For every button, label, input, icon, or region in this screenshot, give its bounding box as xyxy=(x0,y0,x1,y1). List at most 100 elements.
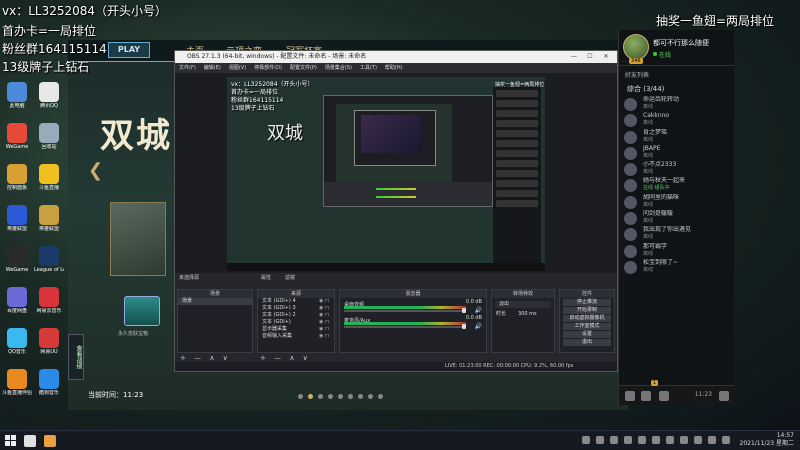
champion-card[interactable] xyxy=(110,202,166,276)
visibility-lock-icon[interactable]: ◉ ⊓ xyxy=(319,327,331,332)
properties-button[interactable]: 属性 xyxy=(261,273,271,283)
volume-slider[interactable] xyxy=(344,326,466,328)
desktop-icon[interactable]: WeGame xyxy=(2,123,32,161)
obs-menu-item[interactable]: 场景集合(S) xyxy=(325,63,352,73)
visibility-lock-icon[interactable]: ◉ ⊓ xyxy=(319,313,331,318)
desktop-icon[interactable]: League of Legends xyxy=(34,246,64,284)
tray-icon[interactable] xyxy=(722,436,730,444)
obs-taskbar-icon[interactable] xyxy=(24,435,36,447)
tray-icon[interactable] xyxy=(582,436,590,444)
obs-control-button[interactable]: 开始录制 xyxy=(563,307,611,314)
source-item[interactable]: 显示器采集 ◉ ⊓ xyxy=(258,326,334,333)
obs-menu-item[interactable]: 视图(V) xyxy=(229,63,246,73)
desktop-icon[interactable]: 英雄联盟 xyxy=(34,205,64,243)
friend-item[interactable]: 小不点2333 离线 xyxy=(619,161,734,177)
obs-control-button[interactable]: 启动虚拟摄像机 xyxy=(563,315,611,322)
friend-item[interactable]: 松宝到限了~ 离线 xyxy=(619,259,734,275)
game-taskbar-icon[interactable] xyxy=(44,435,56,447)
tray-icon[interactable] xyxy=(638,436,646,444)
tray-icon[interactable] xyxy=(624,436,632,444)
carousel-dot[interactable] xyxy=(318,394,323,399)
clock[interactable]: 14:57 2021/11/23 星期二 xyxy=(734,432,795,448)
mail-icon[interactable] xyxy=(641,391,651,401)
close-icon[interactable]: ✕ xyxy=(599,51,613,63)
obs-titlebar[interactable]: OBS 27.1.3 (64-bit, windows) - 配置文件: 未命名… xyxy=(175,51,617,63)
help-icon[interactable] xyxy=(719,391,729,401)
desktop-icon[interactable]: 斗鱼直播伴侣 xyxy=(2,369,32,407)
carousel-dot[interactable] xyxy=(358,394,363,399)
mission-icon[interactable] xyxy=(659,391,669,401)
tray-icon[interactable] xyxy=(652,436,660,444)
visibility-lock-icon[interactable]: ◉ ⊓ xyxy=(319,320,331,325)
transition-duration[interactable]: 时长 300 ms xyxy=(492,311,554,318)
chest-icon[interactable] xyxy=(124,296,160,326)
source-item[interactable]: 音频输入采集 ◉ ⊓ xyxy=(258,333,334,340)
chat-icon[interactable] xyxy=(625,391,635,401)
carousel-dot[interactable] xyxy=(368,394,373,399)
scenes-toolbar[interactable]: + — ∧ ∨ xyxy=(180,354,231,362)
desktop-icon[interactable]: 网易云音乐 xyxy=(34,287,64,325)
tray-icon[interactable] xyxy=(666,436,674,444)
friend-item[interactable]: Cakknno 离线 xyxy=(619,112,734,128)
friend-item[interactable]: 胡同里的猫咪 离线 xyxy=(619,194,734,210)
carousel-dot-active[interactable] xyxy=(308,394,313,399)
friend-item[interactable]: 我出现了你出遇见 离线 xyxy=(619,226,734,242)
visibility-lock-icon[interactable]: ◉ ⊓ xyxy=(319,334,331,339)
sources-toolbar[interactable]: + — ∧ ∨ xyxy=(260,354,311,362)
transition-duration-value[interactable]: 300 ms xyxy=(518,311,537,318)
friend-item[interactable]: 她与秋天一起来 在线 组队中 xyxy=(619,177,734,193)
source-item[interactable]: 文本 (GDI+) 2 ◉ ⊓ xyxy=(258,312,334,319)
desktop-icon[interactable]: 此电脑 xyxy=(2,82,32,120)
tray-icon[interactable] xyxy=(708,436,716,444)
friend-item[interactable]: JBAPE 离线 xyxy=(619,145,734,161)
carousel-dot[interactable] xyxy=(348,394,353,399)
speaker-icon[interactable]: 🔊 xyxy=(475,323,482,330)
carousel-dot[interactable] xyxy=(338,394,343,399)
volume-slider[interactable] xyxy=(344,310,466,312)
friend-item[interactable]: 命运齿轮转动 离线 xyxy=(619,96,734,112)
source-item[interactable]: 文本 (GDI+) 4 ◉ ⊓ xyxy=(258,298,334,305)
obs-menu-item[interactable]: 工具(T) xyxy=(360,63,377,73)
obs-menu-item[interactable]: 配置文件(P) xyxy=(290,63,317,73)
obs-preview[interactable]: vx：LL3252084（开头小号） 首办卡=一局排位 粉丝群164115114… xyxy=(227,77,545,271)
obs-menu-item[interactable]: 编辑(E) xyxy=(204,63,221,73)
obs-menu-item[interactable]: 文件(F) xyxy=(179,63,196,73)
obs-control-button[interactable]: 退出 xyxy=(563,339,611,346)
tray-icon[interactable] xyxy=(680,436,688,444)
filters-button[interactable]: 滤镜 xyxy=(285,273,295,283)
maximize-icon[interactable]: ☐ xyxy=(583,51,597,63)
friend-item[interactable]: 问剑是暖暖 离线 xyxy=(619,210,734,226)
scene-item[interactable]: 场景 xyxy=(178,298,252,305)
carousel-dot[interactable] xyxy=(378,394,383,399)
carousel-dot[interactable] xyxy=(298,394,303,399)
desktop-icon[interactable]: 网易UU xyxy=(34,328,64,366)
obs-menu-item[interactable]: 帮助(H) xyxy=(385,63,403,73)
side-tab[interactable]: 查看战绩 xyxy=(68,334,84,380)
play-button[interactable]: PLAY xyxy=(108,42,150,58)
obs-menu-item[interactable]: 停靠部件(D) xyxy=(254,63,282,73)
obs-control-button[interactable]: 设置 xyxy=(563,331,611,338)
carousel-prev-icon[interactable]: ❮ xyxy=(88,160,103,181)
desktop-icon[interactable]: QQ音乐 xyxy=(2,328,32,366)
minimize-icon[interactable]: — xyxy=(567,51,581,63)
carousel-dots[interactable] xyxy=(298,394,383,399)
desktop-icon[interactable]: 腾讯QQ xyxy=(34,82,64,120)
desktop-icon[interactable]: WeGame xyxy=(2,246,32,284)
obs-control-button[interactable]: 工作室模式 xyxy=(563,323,611,330)
visibility-lock-icon[interactable]: ◉ ⊓ xyxy=(319,306,331,311)
friends-section-header[interactable]: 综合 (3/44) xyxy=(619,82,734,96)
desktop-icon[interactable]: 百度网盘 xyxy=(2,287,32,325)
desktop-icon[interactable]: 英雄联盟 xyxy=(2,205,32,243)
desktop-icon[interactable]: 酷狗音乐 xyxy=(34,369,64,407)
friend-item[interactable]: 肯之梦瑶 离线 xyxy=(619,129,734,145)
volume-slider-handle[interactable] xyxy=(462,324,466,329)
profile-header[interactable]: 346 都可不行那么随便 在线 xyxy=(619,30,734,66)
avatar[interactable] xyxy=(623,34,649,60)
desktop-icon[interactable]: 斗鱼直播 xyxy=(34,164,64,202)
desktop-icon[interactable]: 控制面板 xyxy=(2,164,32,202)
transition-select[interactable]: 淡出 xyxy=(495,301,551,308)
windows-start-icon[interactable] xyxy=(5,435,17,447)
tray-icon[interactable] xyxy=(694,436,702,444)
desktop-icon[interactable]: 回收站 xyxy=(34,123,64,161)
profile-status[interactable]: 在线 xyxy=(652,50,671,59)
